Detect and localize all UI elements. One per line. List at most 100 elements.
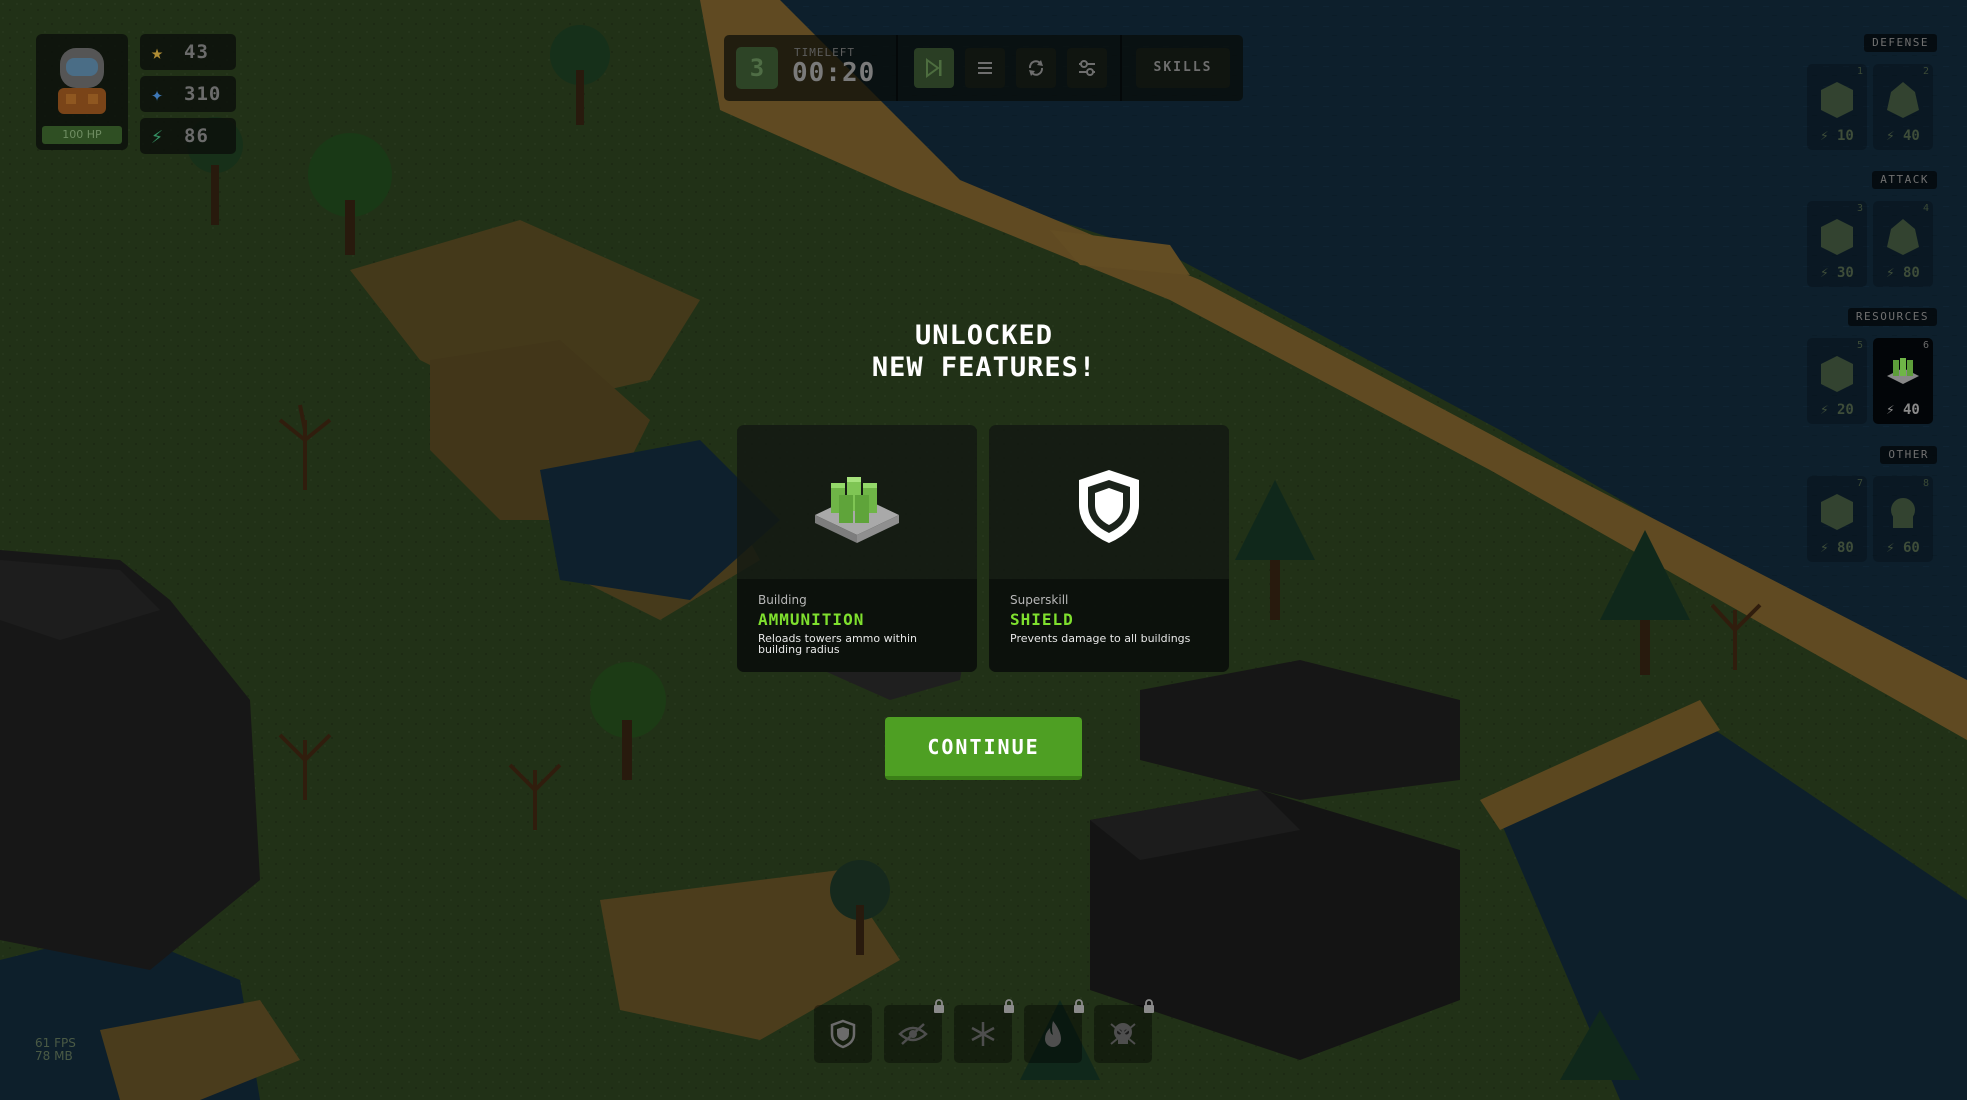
lock-icon xyxy=(1004,999,1014,1013)
skill-slot-shield[interactable] xyxy=(814,1005,872,1063)
skill-slot-invisibility[interactable] xyxy=(884,999,944,1063)
toolbar-divider xyxy=(1120,35,1122,101)
slot-cost-value: 80 xyxy=(1837,540,1854,556)
star-icon: ★ xyxy=(150,40,164,64)
slot-cost-value: 80 xyxy=(1903,265,1920,281)
slot-cost-value: 30 xyxy=(1837,265,1854,281)
ammunition-building-icon xyxy=(1887,358,1919,384)
debug-stats: 61 FPS 78 MB xyxy=(35,1037,76,1063)
fire-icon xyxy=(1045,1021,1061,1047)
card-category: Superskill xyxy=(1010,593,1069,607)
tower-icon xyxy=(1821,82,1853,118)
bolt-icon: ⚡ xyxy=(150,124,164,148)
ammunition-building-icon xyxy=(815,477,899,543)
slot-cost: ⚡ 60 xyxy=(1886,540,1920,556)
refresh-button[interactable] xyxy=(1016,48,1056,88)
settings-sliders-button[interactable] xyxy=(1067,48,1107,88)
build-slot[interactable]: 8 ⚡ 60 xyxy=(1873,476,1933,562)
wave-counter: 3 xyxy=(736,47,778,89)
card-name: SHIELD xyxy=(1010,610,1074,629)
play-next-icon xyxy=(926,58,942,78)
energy-value: 86 xyxy=(184,125,209,147)
feature-card-ammunition: Building AMMUNITION Reloads towers ammo … xyxy=(737,425,977,672)
tower-icon xyxy=(1887,82,1919,118)
category-label-resources: RESOURCES xyxy=(1847,308,1937,326)
skill-slot-skull[interactable] xyxy=(1094,999,1154,1063)
build-slot[interactable]: 7 ⚡ 80 xyxy=(1807,476,1867,562)
card-description: Reloads towers ammo within building radi… xyxy=(758,632,917,656)
build-slot[interactable]: 2 ⚡ 40 xyxy=(1873,64,1933,150)
card-name: AMMUNITION xyxy=(758,610,865,629)
skull-icon xyxy=(1110,1023,1136,1045)
top-toolbar: 3 TIMELEFT 00:20 SKILLS xyxy=(724,35,1243,101)
astronaut-icon xyxy=(58,48,106,114)
lock-icon xyxy=(934,999,944,1013)
toolbar-divider xyxy=(896,35,898,101)
hp-badge: 100 HP xyxy=(42,126,122,144)
category-label-other: OTHER xyxy=(1880,446,1937,464)
refresh-icon xyxy=(1028,60,1044,76)
slot-cost-value: 40 xyxy=(1903,128,1920,144)
slot-cost-value: 60 xyxy=(1903,540,1920,556)
skills-button[interactable]: SKILLS xyxy=(1136,48,1230,88)
tower-icon xyxy=(1821,494,1853,530)
build-slot-active[interactable]: 6 ⚡ 40 xyxy=(1873,338,1933,424)
shield-icon xyxy=(1079,470,1139,543)
tower-icon xyxy=(1821,356,1853,392)
crystals-stat: ✦ 310 xyxy=(140,76,236,112)
list-icon xyxy=(978,62,992,74)
category-label-defense: DEFENSE xyxy=(1864,34,1937,52)
build-slot[interactable]: 4 ⚡ 80 xyxy=(1873,201,1933,287)
lock-icon xyxy=(1074,999,1084,1013)
card-description: Prevents damage to all buildings xyxy=(1010,632,1191,645)
tower-icon xyxy=(1887,219,1919,255)
card-category: Building xyxy=(758,593,807,607)
list-button[interactable] xyxy=(965,48,1005,88)
time-left-value: 00:20 xyxy=(792,58,876,88)
build-slot[interactable]: 5 ⚡ 20 xyxy=(1807,338,1867,424)
slot-cost-value: 40 xyxy=(1903,402,1920,418)
skill-slot-fire[interactable] xyxy=(1024,999,1084,1063)
slot-cost: ⚡ 40 xyxy=(1886,128,1920,144)
snowflake-icon xyxy=(971,1022,995,1046)
category-label-attack: ATTACK xyxy=(1872,171,1937,189)
settings-sliders-icon xyxy=(1079,60,1095,76)
slot-cost-value: 20 xyxy=(1837,402,1854,418)
shield-icon xyxy=(830,1019,856,1049)
slot-cost: ⚡ 20 xyxy=(1820,402,1854,418)
play-next-button[interactable] xyxy=(914,48,954,88)
build-slot[interactable]: 1 ⚡ 10 xyxy=(1807,64,1867,150)
crystals-value: 310 xyxy=(184,83,222,105)
build-slot[interactable]: 3 ⚡ 30 xyxy=(1807,201,1867,287)
modal-title: UNLOCKED NEW FEATURES! xyxy=(784,320,1184,384)
slot-number: 7 xyxy=(1856,478,1863,489)
slot-number: 1 xyxy=(1856,66,1863,77)
slot-number: 8 xyxy=(1922,478,1929,489)
slot-cost: ⚡ 80 xyxy=(1820,540,1854,556)
slot-cost: ⚡ 30 xyxy=(1820,265,1854,281)
slot-cost: ⚡ 80 xyxy=(1886,265,1920,281)
eye-off-icon xyxy=(898,1023,928,1045)
tower-icon xyxy=(1891,498,1915,528)
slot-number: 2 xyxy=(1922,66,1929,77)
player-avatar-panel: 100 HP xyxy=(36,34,128,150)
slot-number: 5 xyxy=(1856,340,1863,351)
slot-cost-value: 10 xyxy=(1837,128,1854,144)
memory-counter: 78 MB xyxy=(35,1049,73,1063)
continue-button[interactable]: CONTINUE xyxy=(885,717,1082,780)
slot-number: 6 xyxy=(1922,340,1929,351)
lock-icon xyxy=(1144,999,1154,1013)
stars-stat: ★ 43 xyxy=(140,34,236,70)
stars-value: 43 xyxy=(184,41,209,63)
crystal-icon: ✦ xyxy=(150,82,164,106)
modal-title-line2: NEW FEATURES! xyxy=(871,352,1097,383)
slot-cost: ⚡ 10 xyxy=(1820,128,1854,144)
slot-number: 4 xyxy=(1922,203,1929,214)
modal-backdrop xyxy=(0,0,1967,1100)
feature-card-shield: Superskill SHIELD Prevents damage to all… xyxy=(989,425,1229,672)
tower-icon xyxy=(1821,219,1853,255)
energy-stat: ⚡ 86 xyxy=(140,118,236,154)
slot-cost: ⚡ 40 xyxy=(1886,402,1920,418)
skill-slot-freeze[interactable] xyxy=(954,999,1014,1063)
slot-number: 3 xyxy=(1856,203,1863,214)
